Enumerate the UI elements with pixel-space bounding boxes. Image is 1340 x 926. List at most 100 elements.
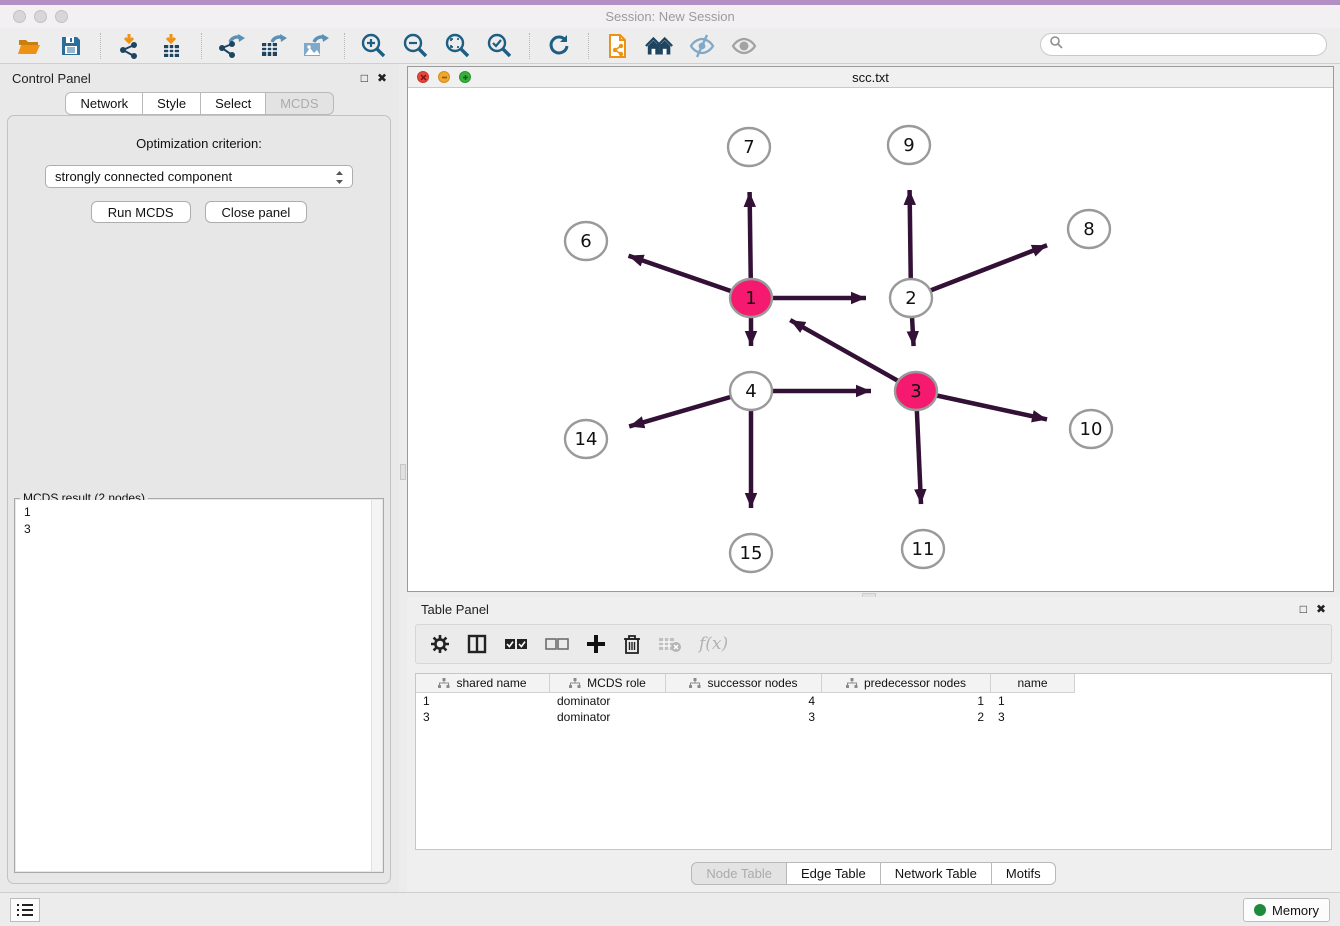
import-network-icon[interactable] <box>115 32 145 60</box>
table-cell: 1 <box>822 693 991 709</box>
select-all-icon[interactable] <box>504 637 528 651</box>
tab-select[interactable]: Select <box>201 92 266 115</box>
table-cell: dominator <box>550 693 666 709</box>
graph-node-4[interactable]: 4 <box>730 372 772 410</box>
column-header-MCDS-role[interactable]: MCDS role <box>550 674 666 693</box>
task-history-button[interactable] <box>10 898 40 922</box>
tab-style[interactable]: Style <box>143 92 201 115</box>
close-panel-button[interactable]: Close panel <box>205 201 308 223</box>
save-session-icon[interactable] <box>56 32 86 60</box>
main-area: Control Panel □ ✖ NetworkStyleSelectMCDS… <box>0 64 1340 892</box>
column-header-successor-nodes[interactable]: successor nodes <box>666 674 822 693</box>
column-header-label: successor nodes <box>707 676 797 690</box>
window-title: Session: New Session <box>0 9 1340 24</box>
main-toolbar <box>0 28 1340 64</box>
svg-text:6: 6 <box>580 231 591 252</box>
table-tab-network-table[interactable]: Network Table <box>881 862 992 885</box>
table-row[interactable]: 1dominator411 <box>416 693 1331 709</box>
new-network-from-selection-icon[interactable] <box>603 32 633 60</box>
table-tabs: Node TableEdge TableNetwork TableMotifs <box>407 862 1340 885</box>
graph-node-6[interactable]: 6 <box>565 222 607 260</box>
table-header-row: shared name MCDS role successor nodes prede… <box>416 674 1331 693</box>
zoom-fit-icon[interactable] <box>443 32 473 60</box>
first-neighbors-icon[interactable] <box>645 32 675 60</box>
column-header-label: predecessor nodes <box>864 676 966 690</box>
result-scrollbar[interactable] <box>371 500 382 871</box>
mcds-result-group: MCDS result (2 nodes) 13 <box>14 498 384 873</box>
export-image-icon[interactable] <box>300 32 330 60</box>
export-table-icon[interactable] <box>258 32 288 60</box>
export-network-icon[interactable] <box>216 32 246 60</box>
mcds-panel: Optimization criterion: strongly connect… <box>7 115 391 884</box>
svg-text:9: 9 <box>903 135 914 156</box>
column-header-predecessor-nodes[interactable]: predecessor nodes <box>822 674 991 693</box>
graph-node-15[interactable]: 15 <box>730 534 772 572</box>
network-window: scc.txt 7 9 6 8 1 2 4 3 14 10 15 11 <box>407 66 1334 592</box>
memory-button[interactable]: Memory <box>1243 898 1330 922</box>
graph-node-10[interactable]: 10 <box>1070 410 1112 448</box>
control-panel-tabs: NetworkStyleSelectMCDS <box>0 92 399 115</box>
status-bar: Memory <box>0 892 1340 926</box>
tab-network[interactable]: Network <box>65 92 143 115</box>
tab-mcds[interactable]: MCDS <box>266 92 333 115</box>
add-column-icon[interactable] <box>586 634 606 654</box>
table-cell: 1 <box>416 693 550 709</box>
show-columns-icon[interactable] <box>467 634 487 654</box>
graph-node-9[interactable]: 9 <box>888 126 930 164</box>
graph-node-3[interactable]: 3 <box>895 372 937 410</box>
graph-node-2[interactable]: 2 <box>890 279 932 317</box>
float-panel-icon[interactable]: □ <box>361 72 368 84</box>
table-settings-gear-icon[interactable] <box>430 634 450 654</box>
table-row[interactable]: 3dominator323 <box>416 709 1331 725</box>
delete-column-trash-icon[interactable] <box>623 634 641 655</box>
control-panel: Control Panel □ ✖ NetworkStyleSelectMCDS… <box>0 64 399 892</box>
column-header-shared-name[interactable]: shared name <box>416 674 550 693</box>
workspace: scc.txt 7968124314101511 Table Panel □ ✖ <box>407 64 1340 892</box>
table-cell: 3 <box>416 709 550 725</box>
table-tab-edge-table[interactable]: Edge Table <box>787 862 881 885</box>
delete-table-icon[interactable] <box>658 635 682 653</box>
network-title: scc.txt <box>408 70 1333 85</box>
network-canvas[interactable]: 7 9 6 8 1 2 4 3 14 10 15 11 <box>408 89 1333 591</box>
refresh-icon[interactable] <box>544 32 574 60</box>
optimization-criterion-label: Optimization criterion: <box>8 136 390 151</box>
run-mcds-button[interactable]: Run MCDS <box>91 201 191 223</box>
graph-node-11[interactable]: 11 <box>902 530 944 568</box>
table-tab-node-table[interactable]: Node Table <box>691 862 787 885</box>
divider-handle[interactable] <box>400 464 406 480</box>
function-builder-icon[interactable]: f(x) <box>699 634 728 654</box>
graph-node-1[interactable]: 1 <box>730 279 772 317</box>
panel-divider[interactable] <box>399 64 407 892</box>
column-header-label: shared name <box>456 676 526 690</box>
import-table-icon[interactable] <box>157 32 187 60</box>
show-all-icon[interactable] <box>729 32 759 60</box>
table-close-icon[interactable]: ✖ <box>1316 603 1326 615</box>
open-file-icon[interactable] <box>14 32 44 60</box>
hide-selected-icon[interactable] <box>687 32 717 60</box>
svg-text:10: 10 <box>1080 419 1103 440</box>
mcds-result-text[interactable]: 13 <box>16 500 382 871</box>
criterion-value: strongly connected component <box>55 169 232 184</box>
zoom-in-icon[interactable] <box>359 32 389 60</box>
deselect-all-icon[interactable] <box>545 637 569 651</box>
close-panel-icon[interactable]: ✖ <box>377 72 387 84</box>
criterion-select[interactable]: strongly connected component <box>45 165 353 188</box>
column-header-name[interactable]: name <box>991 674 1075 693</box>
svg-text:14: 14 <box>575 429 598 450</box>
select-stepper-icon <box>334 169 345 189</box>
table-toolbar: f(x) <box>415 624 1332 664</box>
zoom-selected-icon[interactable] <box>485 32 515 60</box>
table-panel: Table Panel □ ✖ <box>407 597 1340 892</box>
zoom-out-icon[interactable] <box>401 32 431 60</box>
search-input[interactable] <box>1063 34 1326 55</box>
table-panel-title: Table Panel <box>421 602 1300 617</box>
graph-node-14[interactable]: 14 <box>565 420 607 458</box>
table-float-icon[interactable]: □ <box>1300 603 1307 615</box>
table-tab-motifs[interactable]: Motifs <box>992 862 1056 885</box>
result-line: 3 <box>24 521 382 538</box>
graph-node-7[interactable]: 7 <box>728 128 770 166</box>
memory-label: Memory <box>1272 903 1319 918</box>
graph-node-8[interactable]: 8 <box>1068 210 1110 248</box>
table-cell: 4 <box>666 693 822 709</box>
search-icon <box>1049 35 1063 54</box>
